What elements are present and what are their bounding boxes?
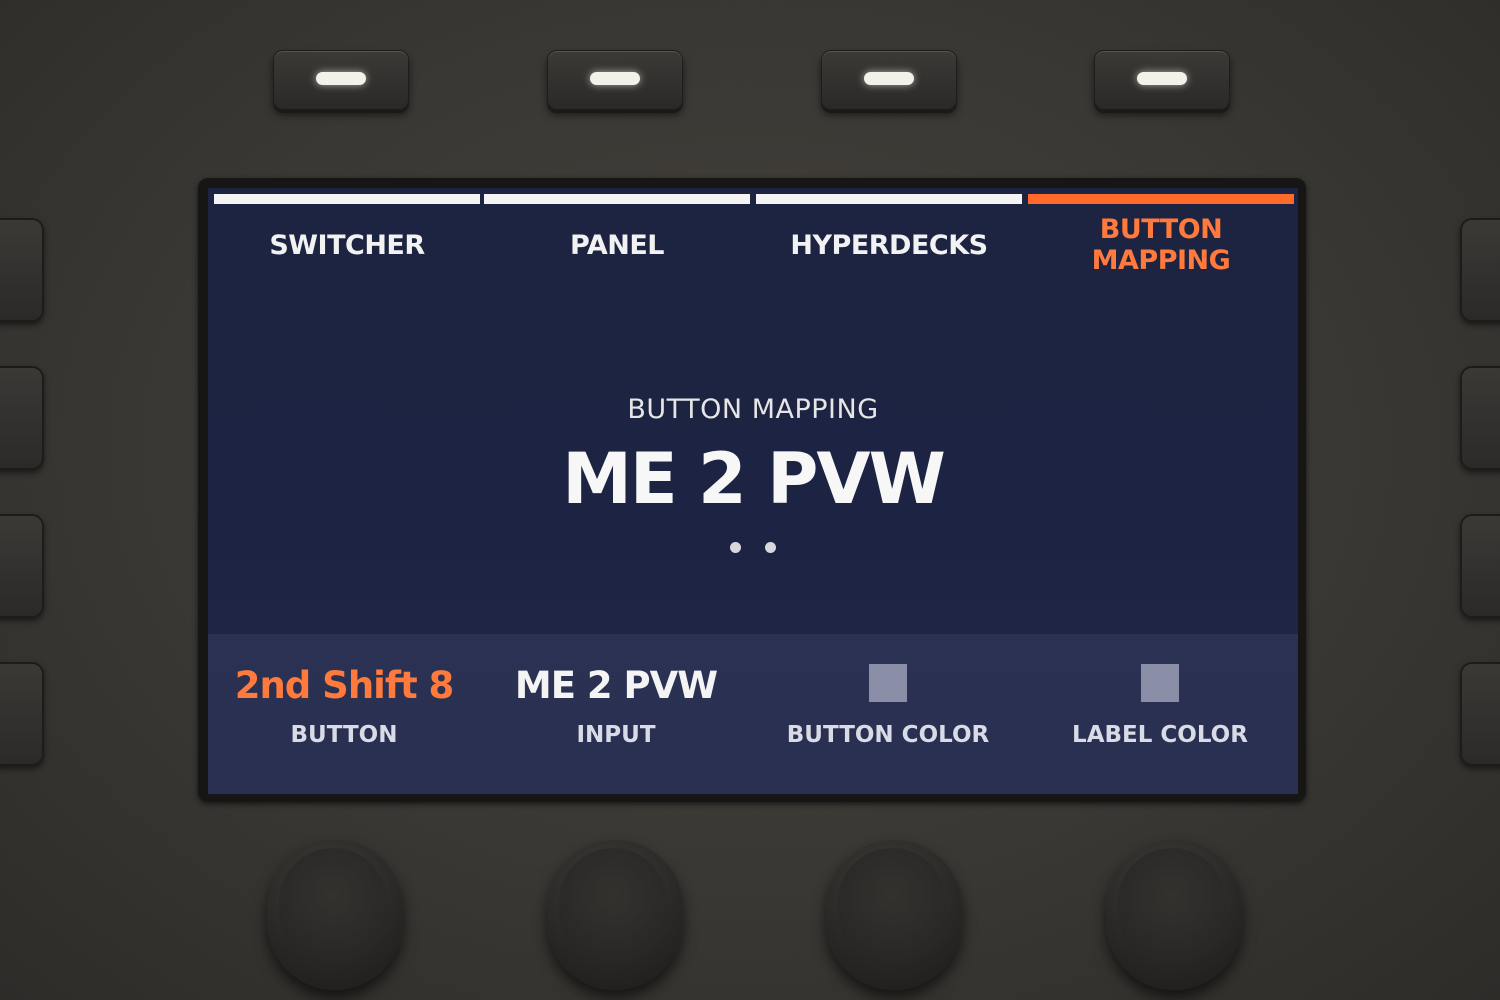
button-color-swatch (869, 664, 907, 702)
right-key-3[interactable] (1460, 514, 1500, 618)
param-label-color-value (1024, 664, 1296, 716)
page-indicator (730, 542, 790, 556)
menu-value: ME 2 PVW (562, 438, 946, 520)
tab-panel[interactable]: PANEL (484, 194, 750, 284)
knob-2-cap (559, 848, 667, 966)
right-key-4[interactable] (1460, 662, 1500, 766)
tab-label: HYPERDECKS (790, 230, 988, 261)
tab-indicator-bar (1028, 194, 1294, 204)
tab-indicator-bar (756, 194, 1022, 204)
param-button[interactable]: 2nd Shift 8 BUTTON (208, 664, 480, 774)
left-key-3[interactable] (0, 514, 44, 618)
tab-hyperdecks[interactable]: HYPERDECKS (756, 194, 1022, 284)
param-button-color[interactable]: BUTTON COLOR (752, 664, 1024, 774)
tab-label: PANEL (570, 230, 664, 261)
knob-4[interactable] (1106, 840, 1242, 990)
knob-4-cap (1118, 848, 1226, 966)
softkey-2-led (590, 72, 640, 85)
left-key-1[interactable] (0, 218, 44, 322)
softkey-3-led (864, 72, 914, 85)
param-label-color[interactable]: LABEL COLOR (1024, 664, 1296, 774)
param-input-label: INPUT (576, 722, 656, 748)
softkey-1[interactable] (273, 50, 409, 110)
param-button-color-label: BUTTON COLOR (786, 722, 990, 748)
softkey-1-led (316, 72, 366, 85)
softkey-4[interactable] (1094, 50, 1230, 110)
softkey-2[interactable] (547, 50, 683, 110)
param-input[interactable]: ME 2 PVW INPUT (480, 664, 752, 774)
param-button-value: 2nd Shift 8 (234, 664, 455, 707)
knob-2[interactable] (547, 840, 683, 990)
softkey-4-led (1137, 72, 1187, 85)
lcd-screen: SWITCHER PANEL HYPERDECKS BUTTON MAPPING… (208, 188, 1298, 794)
softkey-3[interactable] (821, 50, 957, 110)
parameter-bar: 2nd Shift 8 BUTTON ME 2 PVW INPUT BUTTON… (208, 634, 1298, 794)
page-dot-1 (730, 542, 741, 553)
param-input-value: ME 2 PVW (514, 664, 718, 707)
page-dot-2 (765, 542, 776, 553)
tab-indicator-bar (484, 194, 750, 204)
tab-label: SWITCHER (269, 230, 425, 261)
knob-1[interactable] (267, 840, 403, 990)
tab-switcher[interactable]: SWITCHER (214, 194, 480, 284)
label-color-swatch (1141, 664, 1179, 702)
tab-indicator-bar (214, 194, 480, 204)
knob-3-cap (838, 848, 946, 966)
knob-1-cap (279, 848, 387, 966)
param-button-label: BUTTON (290, 722, 398, 748)
param-label-color-label: LABEL COLOR (1072, 722, 1248, 748)
right-key-2[interactable] (1460, 366, 1500, 470)
param-button-color-value (752, 664, 1024, 716)
menu-caption: BUTTON MAPPING (627, 394, 879, 425)
tab-button-mapping[interactable]: BUTTON MAPPING (1028, 194, 1294, 284)
left-key-2[interactable] (0, 366, 44, 470)
tab-label: BUTTON MAPPING (1091, 214, 1231, 276)
left-key-4[interactable] (0, 662, 44, 766)
right-key-1[interactable] (1460, 218, 1500, 322)
knob-3[interactable] (826, 840, 962, 990)
